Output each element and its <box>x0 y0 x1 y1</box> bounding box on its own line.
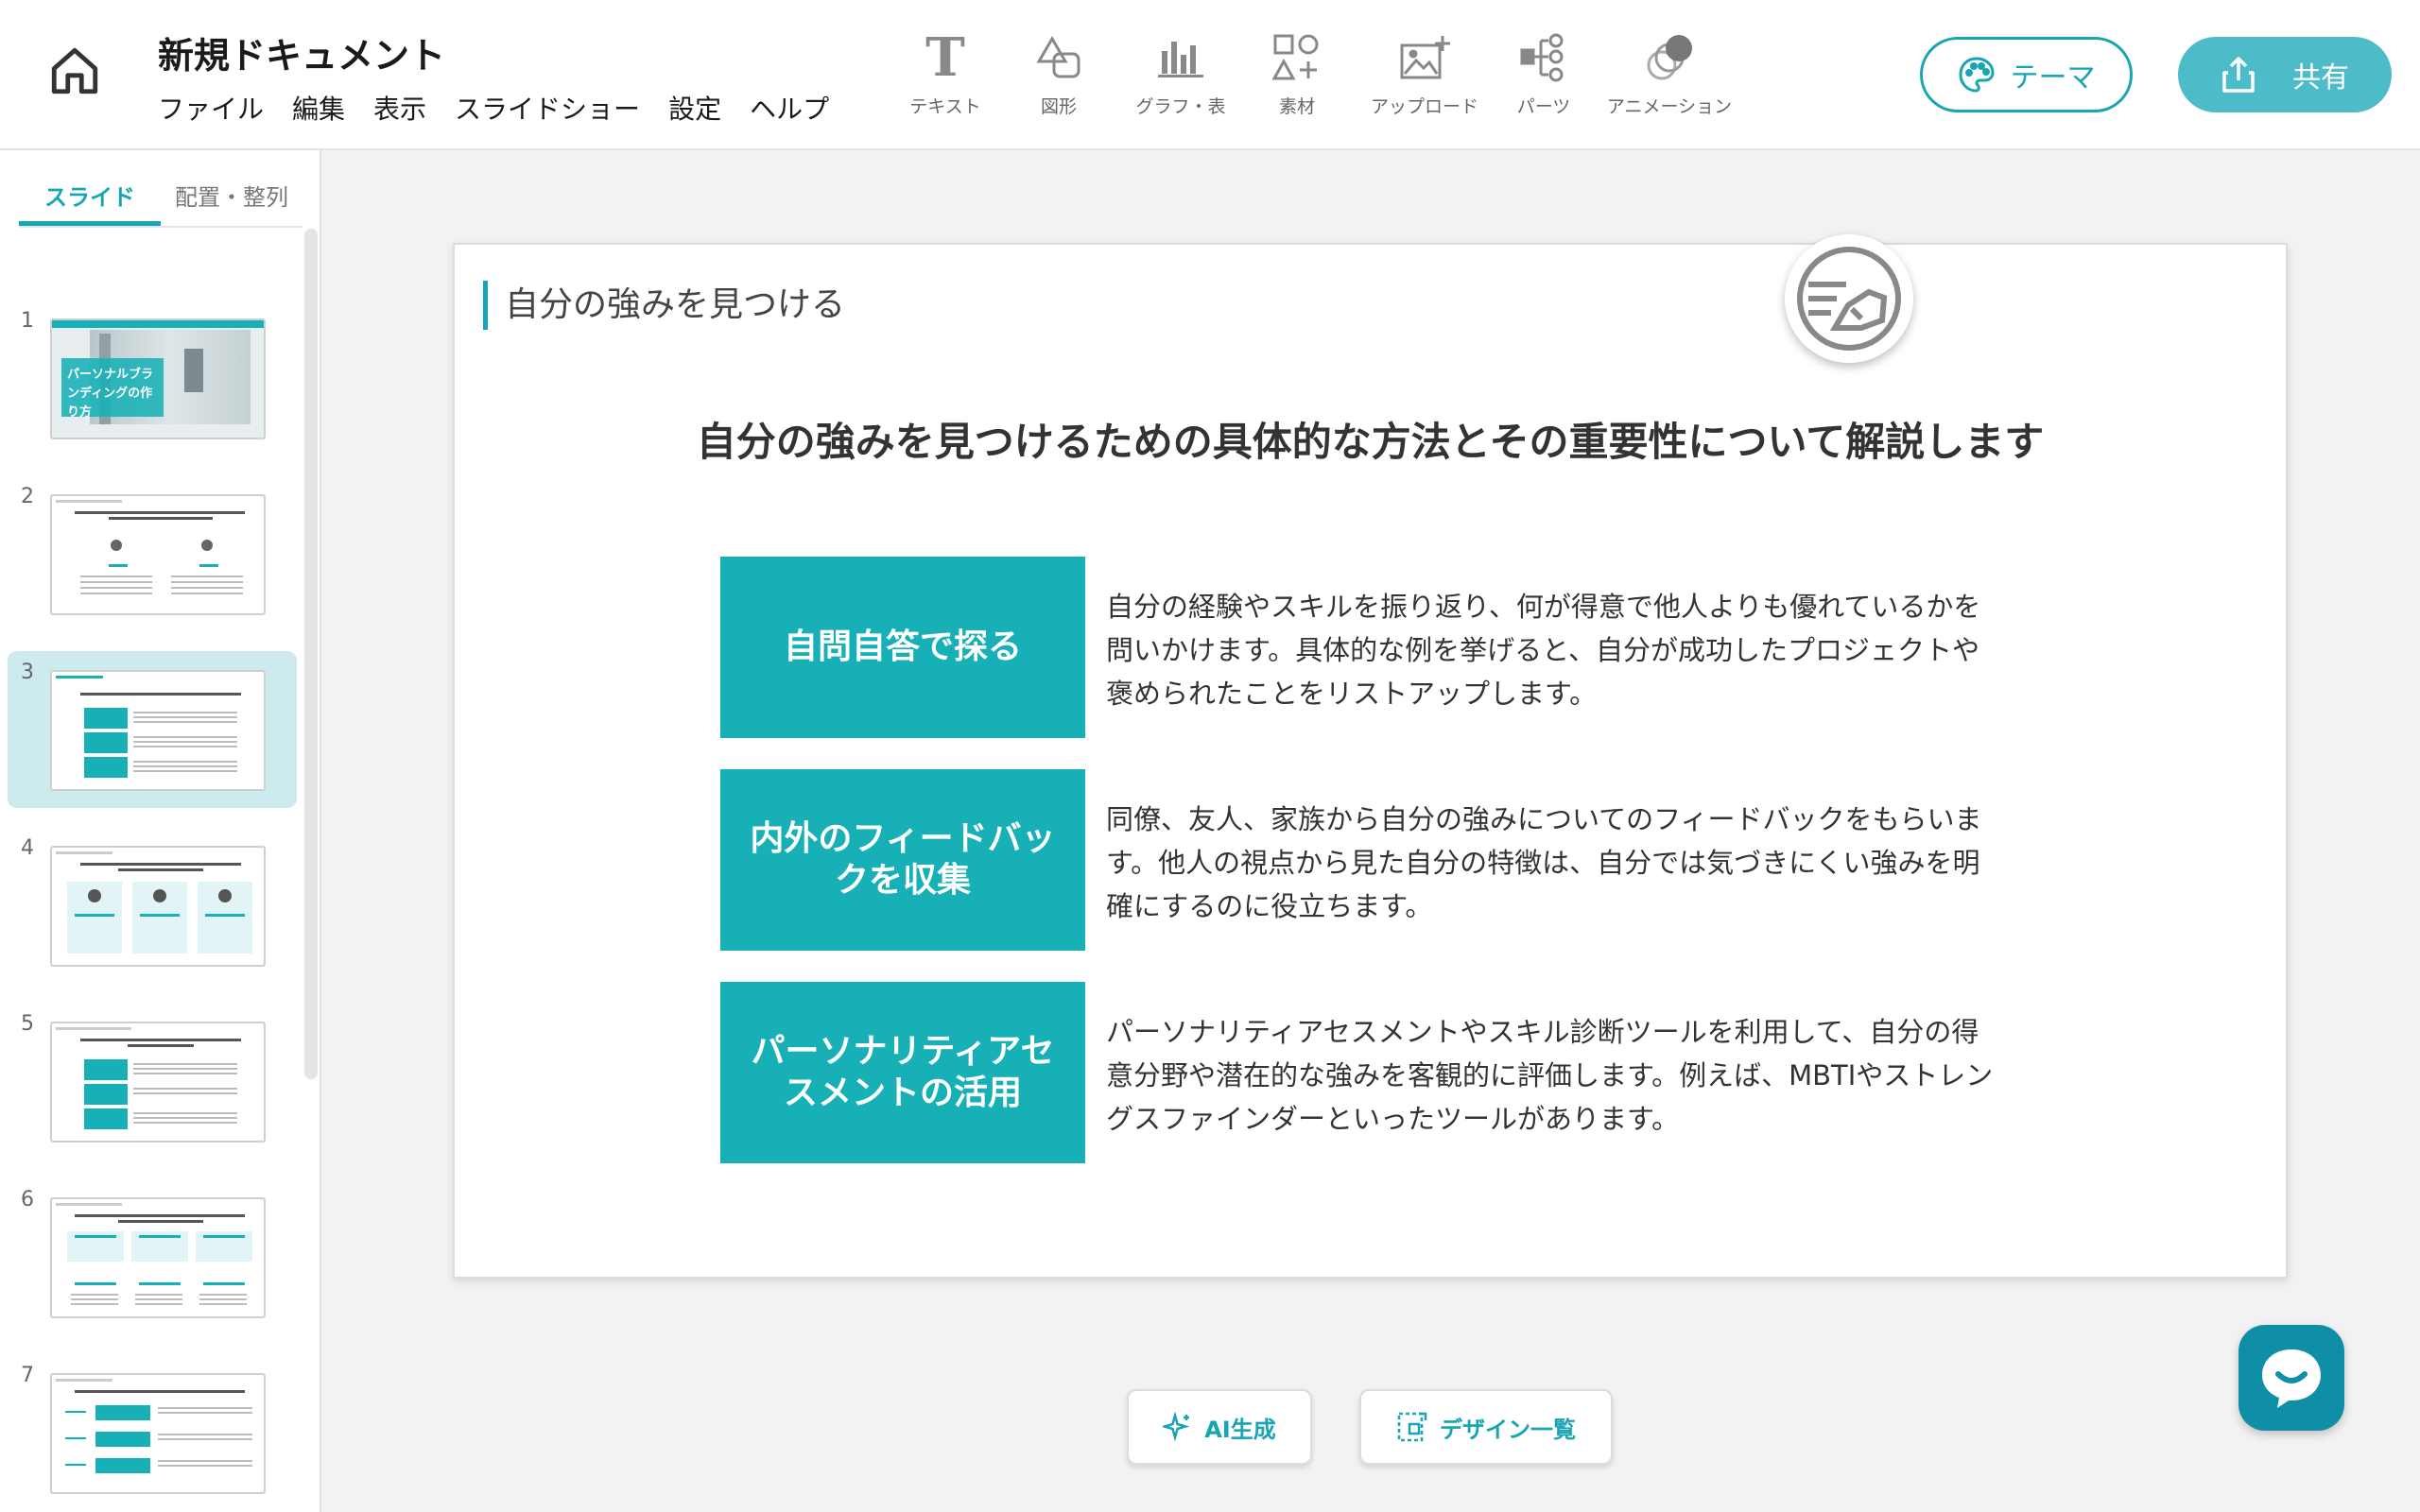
slide-subtitle[interactable]: 自分の強みを見つけるための具体的な方法とその重要性について解説します <box>455 410 2286 468</box>
eraser-badge-button[interactable] <box>1785 234 1913 363</box>
item-heading: 内外のフィードバックを収集 <box>750 819 1056 900</box>
home-button[interactable] <box>42 38 108 104</box>
tool-chart[interactable]: グラフ・表 <box>1128 28 1234 118</box>
upload-image-icon <box>1400 36 1450 79</box>
tool-material[interactable]: 素材 <box>1245 28 1349 118</box>
palette-icon <box>1958 57 1995 93</box>
slide-thumbnail-6[interactable]: 6 <box>8 1178 297 1335</box>
menu-file[interactable]: ファイル <box>158 89 264 127</box>
slide-number: 7 <box>21 1364 34 1387</box>
sparkle-icon <box>1163 1412 1190 1442</box>
item-heading: パーソナリティアセスメントの活用 <box>751 1032 1055 1112</box>
chat-support-button[interactable] <box>2238 1325 2344 1431</box>
item-description[interactable]: 自分の経験やスキルを振り返り、何が得意で他人よりも優れているかを問いかけます。具… <box>1106 585 1995 715</box>
sidebar-scrollbar[interactable] <box>304 229 318 1079</box>
home-icon <box>51 47 98 94</box>
slide-thumbnail-4[interactable]: 4 <box>8 827 297 984</box>
menu-edit[interactable]: 編集 <box>292 89 345 127</box>
slide-thumbnail-3[interactable]: 3 <box>8 651 297 808</box>
design-list-button[interactable]: デザイン一覧 <box>1359 1389 1613 1465</box>
tool-parts[interactable]: パーツ <box>1496 28 1591 118</box>
design-list-label: デザイン一覧 <box>1440 1416 1576 1443</box>
slide-number: 2 <box>21 485 34 508</box>
item-heading-box[interactable]: 内外のフィードバックを収集 <box>720 769 1085 951</box>
tool-text-label: テキスト <box>909 96 981 117</box>
tool-upload-label: アップロード <box>1370 96 1478 117</box>
menu-settings[interactable]: 設定 <box>668 89 721 127</box>
tool-parts-label: パーツ <box>1516 96 1571 117</box>
slide-number: 6 <box>21 1188 34 1211</box>
top-bar: 新規ドキュメント ファイル 編集 表示 スライドショー 設定 ヘルプ T テキス… <box>0 0 2420 150</box>
theme-label: テーマ <box>2010 61 2096 94</box>
slide-number: 4 <box>21 836 34 860</box>
tool-text[interactable]: T テキスト <box>903 26 988 118</box>
slide-number: 1 <box>21 309 34 333</box>
menu-help[interactable]: ヘルプ <box>750 89 829 127</box>
tab-arrange[interactable]: 配置・整列 <box>161 171 302 226</box>
slide-preview <box>50 1022 266 1143</box>
design-layout-icon <box>1397 1412 1427 1442</box>
tool-chart-label: グラフ・表 <box>1135 96 1226 117</box>
item-description[interactable]: 同僚、友人、家族から自分の強みについてのフィードバックをもらいます。他人の視点か… <box>1106 798 1995 928</box>
tool-upload[interactable]: アップロード <box>1358 28 1491 118</box>
slide-preview: パーソナルブランディングの作り方 <box>50 318 266 439</box>
slide-title[interactable]: 自分の強みを見つける <box>483 281 845 330</box>
slide-thumbnail-5[interactable]: 5 <box>8 1003 297 1160</box>
menu-slideshow[interactable]: スライドショー <box>455 89 640 127</box>
share-icon <box>2222 57 2255 93</box>
parts-icon <box>1520 33 1564 82</box>
slide-preview <box>50 846 266 967</box>
tool-shape[interactable]: 図形 <box>999 28 1118 118</box>
ai-generate-label: AI生成 <box>1204 1416 1276 1443</box>
shape-icon <box>1036 36 1080 78</box>
text-icon: T <box>925 26 965 89</box>
slide-thumbnail-7[interactable]: 7 <box>8 1354 297 1511</box>
slide-preview <box>50 1197 266 1318</box>
tool-shape-label: 図形 <box>1040 96 1077 117</box>
chart-icon <box>1158 42 1203 77</box>
item-description[interactable]: パーソナリティアセスメントやスキル診断ツールを利用して、自分の得意分野や潜在的な… <box>1106 1010 1995 1141</box>
thumbnail-title: パーソナルブランディングの作り方 <box>61 358 164 420</box>
chat-icon <box>2262 1349 2321 1408</box>
share-button[interactable]: 共有 <box>2178 37 2392 112</box>
ai-generate-button[interactable]: AI生成 <box>1127 1389 1312 1465</box>
item-heading: 自問自答で探る <box>783 627 1022 666</box>
slide-thumbnail-1[interactable]: 1 パーソナルブランディングの作り方 <box>8 300 297 456</box>
tab-slides[interactable]: スライド <box>19 171 161 226</box>
item-heading-box[interactable]: 自問自答で探る <box>720 557 1085 738</box>
material-icon <box>1272 34 1319 80</box>
slide-number: 5 <box>21 1012 34 1036</box>
slide-preview <box>50 494 266 615</box>
sidebar-tabs: スライド 配置・整列 <box>19 171 302 228</box>
insert-toolbar: T テキスト 図形 グラフ・表 素材 アップロード パーツ アニメーション <box>903 26 1740 118</box>
tool-animation[interactable]: アニメーション <box>1599 28 1740 118</box>
slide-preview <box>50 670 266 791</box>
tool-material-label: 素材 <box>1278 96 1315 117</box>
share-label: 共有 <box>2292 61 2349 94</box>
menu-view[interactable]: 表示 <box>373 89 426 127</box>
menu-bar: ファイル 編集 表示 スライドショー 設定 ヘルプ <box>158 89 829 127</box>
slide-number: 3 <box>21 661 34 684</box>
slide-canvas[interactable]: 自分の強みを見つける 自分の強みを見つけるための具体的な方法とその重要性について… <box>453 243 2288 1279</box>
theme-button[interactable]: テーマ <box>1920 37 2133 112</box>
item-heading-box[interactable]: パーソナリティアセスメントの活用 <box>720 982 1085 1163</box>
eraser-icon <box>1797 247 1901 351</box>
document-title[interactable]: 新規ドキュメント <box>158 26 445 78</box>
slide-thumbnail-2[interactable]: 2 <box>8 475 297 632</box>
slide-sidebar: スライド 配置・整列 1 パーソナルブランディングの作り方 2 3 4 5 6 … <box>0 150 321 1512</box>
slide-preview <box>50 1373 266 1494</box>
animation-icon <box>1647 35 1692 80</box>
tool-animation-label: アニメーション <box>1606 96 1733 117</box>
